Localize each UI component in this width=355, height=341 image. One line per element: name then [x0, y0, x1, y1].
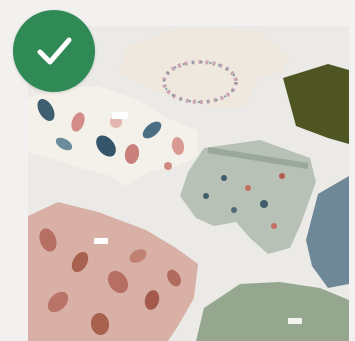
selected-check-badge[interactable]	[13, 10, 95, 92]
product-image-tile[interactable]	[0, 0, 355, 341]
checkmark-icon	[37, 37, 72, 65]
